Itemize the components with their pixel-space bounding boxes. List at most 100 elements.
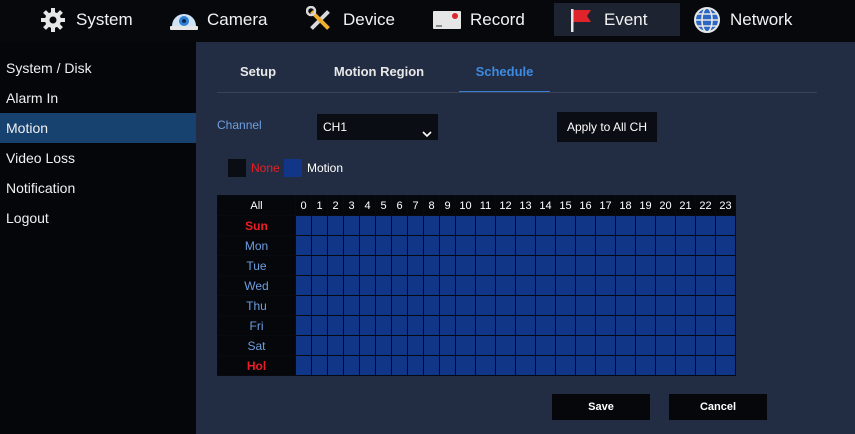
schedule-cell[interactable]	[575, 215, 596, 236]
schedule-cell[interactable]	[343, 335, 360, 356]
cancel-button[interactable]: Cancel	[669, 394, 767, 420]
hour-header[interactable]: 8	[423, 195, 440, 216]
nav-record[interactable]: Record	[432, 3, 525, 36]
schedule-cell[interactable]	[615, 335, 636, 356]
schedule-cell[interactable]	[715, 335, 736, 356]
schedule-cell[interactable]	[655, 295, 676, 316]
schedule-cell[interactable]	[655, 275, 676, 296]
schedule-cell[interactable]	[311, 275, 328, 296]
schedule-cell[interactable]	[295, 295, 312, 316]
schedule-cell[interactable]	[535, 235, 556, 256]
schedule-cell[interactable]	[495, 215, 516, 236]
channel-select[interactable]: CH1	[317, 114, 438, 140]
schedule-cell[interactable]	[475, 275, 496, 296]
schedule-cell[interactable]	[695, 355, 716, 376]
day-label[interactable]: Wed	[217, 275, 296, 296]
hour-header[interactable]: 21	[675, 195, 696, 216]
hour-header[interactable]: 10	[455, 195, 476, 216]
hour-header[interactable]: 6	[391, 195, 408, 216]
schedule-cell[interactable]	[391, 335, 408, 356]
schedule-cell[interactable]	[343, 255, 360, 276]
schedule-cell[interactable]	[439, 235, 456, 256]
schedule-cell[interactable]	[407, 235, 424, 256]
schedule-cell[interactable]	[423, 315, 440, 336]
schedule-cell[interactable]	[675, 355, 696, 376]
schedule-cell[interactable]	[655, 215, 676, 236]
schedule-cell[interactable]	[327, 295, 344, 316]
schedule-cell[interactable]	[555, 215, 576, 236]
schedule-cell[interactable]	[635, 295, 656, 316]
schedule-cell[interactable]	[375, 355, 392, 376]
schedule-cell[interactable]	[575, 275, 596, 296]
schedule-cell[interactable]	[575, 255, 596, 276]
sidebar-item-system-disk[interactable]: System / Disk	[0, 53, 196, 83]
schedule-cell[interactable]	[475, 235, 496, 256]
schedule-cell[interactable]	[407, 215, 424, 236]
schedule-cell[interactable]	[407, 295, 424, 316]
schedule-cell[interactable]	[655, 315, 676, 336]
hour-header[interactable]: 18	[615, 195, 636, 216]
hour-header[interactable]: 9	[439, 195, 456, 216]
schedule-cell[interactable]	[407, 275, 424, 296]
schedule-cell[interactable]	[311, 335, 328, 356]
schedule-cell[interactable]	[615, 255, 636, 276]
schedule-cell[interactable]	[359, 215, 376, 236]
schedule-cell[interactable]	[407, 255, 424, 276]
schedule-cell[interactable]	[635, 255, 656, 276]
schedule-cell[interactable]	[695, 235, 716, 256]
schedule-cell[interactable]	[439, 215, 456, 236]
schedule-cell[interactable]	[555, 315, 576, 336]
schedule-cell[interactable]	[423, 355, 440, 376]
schedule-cell[interactable]	[575, 355, 596, 376]
schedule-cell[interactable]	[311, 235, 328, 256]
sidebar-item-logout[interactable]: Logout	[0, 203, 196, 233]
schedule-cell[interactable]	[635, 235, 656, 256]
schedule-cell[interactable]	[715, 255, 736, 276]
schedule-cell[interactable]	[595, 235, 616, 256]
schedule-cell[interactable]	[535, 335, 556, 356]
day-label[interactable]: Mon	[217, 235, 296, 256]
nav-system[interactable]: System	[38, 3, 133, 36]
day-label[interactable]: Fri	[217, 315, 296, 336]
schedule-cell[interactable]	[675, 275, 696, 296]
schedule-cell[interactable]	[423, 275, 440, 296]
schedule-cell[interactable]	[495, 295, 516, 316]
schedule-cell[interactable]	[311, 315, 328, 336]
schedule-cell[interactable]	[675, 215, 696, 236]
schedule-cell[interactable]	[391, 215, 408, 236]
schedule-cell[interactable]	[675, 335, 696, 356]
schedule-cell[interactable]	[375, 275, 392, 296]
schedule-cell[interactable]	[535, 275, 556, 296]
schedule-cell[interactable]	[391, 235, 408, 256]
schedule-cell[interactable]	[535, 215, 556, 236]
schedule-cell[interactable]	[475, 255, 496, 276]
schedule-cell[interactable]	[635, 275, 656, 296]
schedule-cell[interactable]	[675, 235, 696, 256]
day-label[interactable]: Tue	[217, 255, 296, 276]
schedule-cell[interactable]	[495, 315, 516, 336]
schedule-cell[interactable]	[439, 335, 456, 356]
schedule-cell[interactable]	[327, 215, 344, 236]
schedule-cell[interactable]	[695, 315, 716, 336]
schedule-cell[interactable]	[439, 275, 456, 296]
schedule-cell[interactable]	[655, 335, 676, 356]
hour-header[interactable]: 20	[655, 195, 676, 216]
schedule-cell[interactable]	[423, 255, 440, 276]
schedule-cell[interactable]	[655, 355, 676, 376]
schedule-cell[interactable]	[391, 255, 408, 276]
hour-header[interactable]: 3	[343, 195, 360, 216]
schedule-cell[interactable]	[359, 355, 376, 376]
schedule-cell[interactable]	[555, 255, 576, 276]
schedule-cell[interactable]	[675, 295, 696, 316]
schedule-cell[interactable]	[515, 295, 536, 316]
schedule-cell[interactable]	[475, 215, 496, 236]
schedule-cell[interactable]	[575, 315, 596, 336]
schedule-cell[interactable]	[455, 335, 476, 356]
schedule-cell[interactable]	[715, 315, 736, 336]
schedule-cell[interactable]	[515, 215, 536, 236]
schedule-cell[interactable]	[359, 315, 376, 336]
schedule-cell[interactable]	[675, 315, 696, 336]
schedule-cell[interactable]	[375, 255, 392, 276]
hour-header[interactable]: 1	[311, 195, 328, 216]
hour-header[interactable]: 15	[555, 195, 576, 216]
